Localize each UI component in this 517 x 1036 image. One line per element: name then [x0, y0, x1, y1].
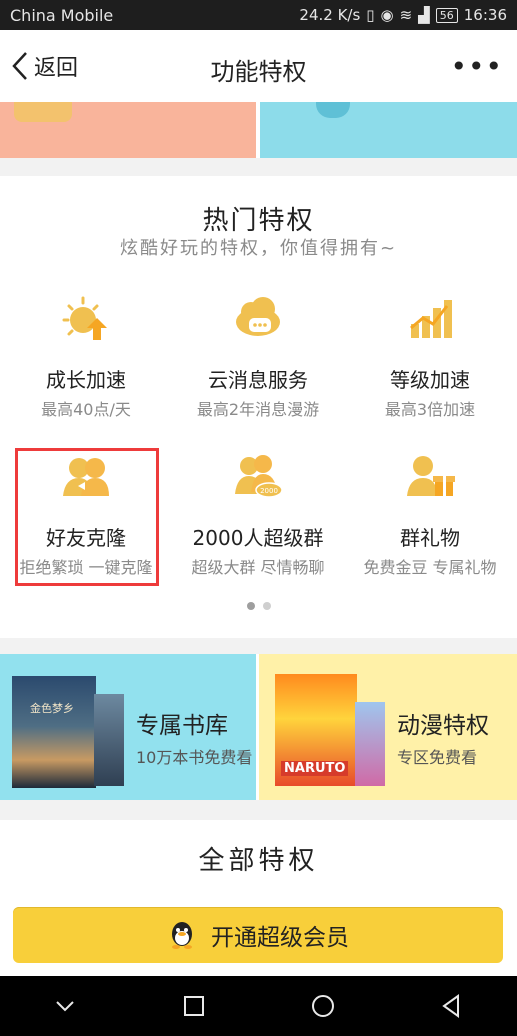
vibrate-icon: ▯ — [366, 6, 375, 24]
level-up-chart-icon — [410, 300, 452, 338]
privilege-name: 成长加速 — [46, 368, 126, 392]
banner-right[interactable] — [260, 102, 517, 158]
clock: 16:36 — [463, 6, 507, 24]
privilege-name: 等级加速 — [390, 368, 470, 392]
privilege-super-group[interactable]: 2000 2000人超级群 超级大群 尽情畅聊 — [172, 438, 344, 588]
privilege-cloud-message[interactable]: 云消息服务 最高2年消息漫游 — [172, 280, 344, 430]
open-svip-button[interactable]: 开通超级会员 — [13, 907, 503, 963]
privilege-level-boost[interactable]: 等级加速 最高3倍加速 — [344, 280, 516, 430]
feature-desc: 专区免费看 — [397, 748, 478, 767]
group-gift-icon — [407, 456, 455, 496]
section-subtitle: 炫酷好玩的特权，你值得拥有~ — [119, 238, 398, 259]
wifi-icon: ≋ — [399, 6, 413, 24]
feature-book-library[interactable]: 金色梦乡 专属书库 10万本书免费看 — [0, 654, 256, 800]
title-bar: 返回 功能特权 ••• — [0, 30, 517, 102]
privilege-group-gift[interactable]: 群礼物 免费金豆 专属礼物 — [344, 438, 516, 588]
feature-banners: 金色梦乡 专属书库 10万本书免费看 NARUTO 动漫特权 专区免费看 — [0, 654, 517, 800]
recents-square-icon[interactable] — [180, 992, 208, 1020]
hot-privileges-card: 热门特权 炫酷好玩的特权，你值得拥有~ 成长加速 最高40点/天 云消息服务 最… — [0, 176, 517, 638]
privilege-desc: 超级大群 尽情畅聊 — [191, 558, 325, 577]
more-menu-icon[interactable]: ••• — [450, 50, 503, 83]
status-bar: China Mobile 24.2 K/s ▯ ◉ ≋ ▟ 56 16:36 — [0, 0, 517, 30]
svg-text:2000: 2000 — [260, 487, 278, 495]
battery-icon: 56 — [435, 7, 458, 23]
anime-cover-image-secondary — [355, 702, 385, 786]
privilege-desc: 最高2年消息漫游 — [196, 400, 320, 419]
home-circle-icon[interactable] — [309, 992, 337, 1020]
network-speed: 24.2 K/s — [299, 6, 361, 24]
pager-dots — [0, 602, 517, 610]
feature-name: 动漫特权 — [397, 713, 489, 739]
open-svip-label: 开通超级会员 — [211, 925, 349, 951]
growth-sun-icon — [62, 296, 107, 340]
privilege-desc: 最高3倍加速 — [384, 400, 476, 419]
privilege-name: 群礼物 — [400, 526, 460, 550]
privilege-growth[interactable]: 成长加速 最高40点/天 — [0, 280, 172, 430]
anime-cover-image: NARUTO — [275, 674, 357, 786]
cloud-message-icon — [236, 297, 280, 336]
signal-icon: ▟ — [418, 6, 430, 24]
status-indicators: 24.2 K/s ▯ ◉ ≋ ▟ 56 16:36 — [299, 6, 507, 24]
section-title: 热门特权 — [202, 206, 315, 236]
privilege-name: 云消息服务 — [208, 368, 308, 392]
section-title: 全部特权 — [198, 846, 319, 876]
gift-box-icon — [14, 102, 72, 122]
qq-penguin-icon — [172, 922, 192, 949]
top-banner-strip — [0, 102, 517, 158]
book-cover-image-secondary — [94, 694, 124, 786]
banner-left[interactable] — [0, 102, 256, 158]
back-triangle-icon[interactable] — [438, 992, 466, 1020]
chat-bubble-icon — [316, 102, 350, 118]
pager-dot-active[interactable] — [246, 602, 255, 610]
super-group-icon: 2000 — [235, 455, 283, 498]
eye-icon: ◉ — [380, 6, 394, 24]
carrier-label: China Mobile — [10, 5, 114, 25]
privilege-desc: 免费金豆 专属礼物 — [363, 558, 497, 577]
feature-desc: 10万本书免费看 — [136, 748, 253, 767]
page-title: 功能特权 — [210, 58, 307, 86]
all-privileges-section: 全部特权 开通超级会员 — [0, 820, 517, 976]
anime-cover-title: NARUTO — [281, 761, 349, 776]
system-nav-bar — [0, 976, 517, 1036]
book-cover-title: 金色梦乡 — [30, 702, 74, 715]
highlight-box — [15, 448, 159, 586]
privilege-name: 2000人超级群 — [192, 526, 324, 550]
chevron-down-icon[interactable] — [51, 992, 79, 1020]
book-cover-image: 金色梦乡 — [12, 676, 96, 788]
feature-name: 专属书库 — [136, 713, 228, 739]
pager-dot[interactable] — [262, 602, 271, 610]
feature-anime[interactable]: NARUTO 动漫特权 专区免费看 — [259, 654, 517, 800]
privilege-desc: 最高40点/天 — [41, 400, 131, 419]
